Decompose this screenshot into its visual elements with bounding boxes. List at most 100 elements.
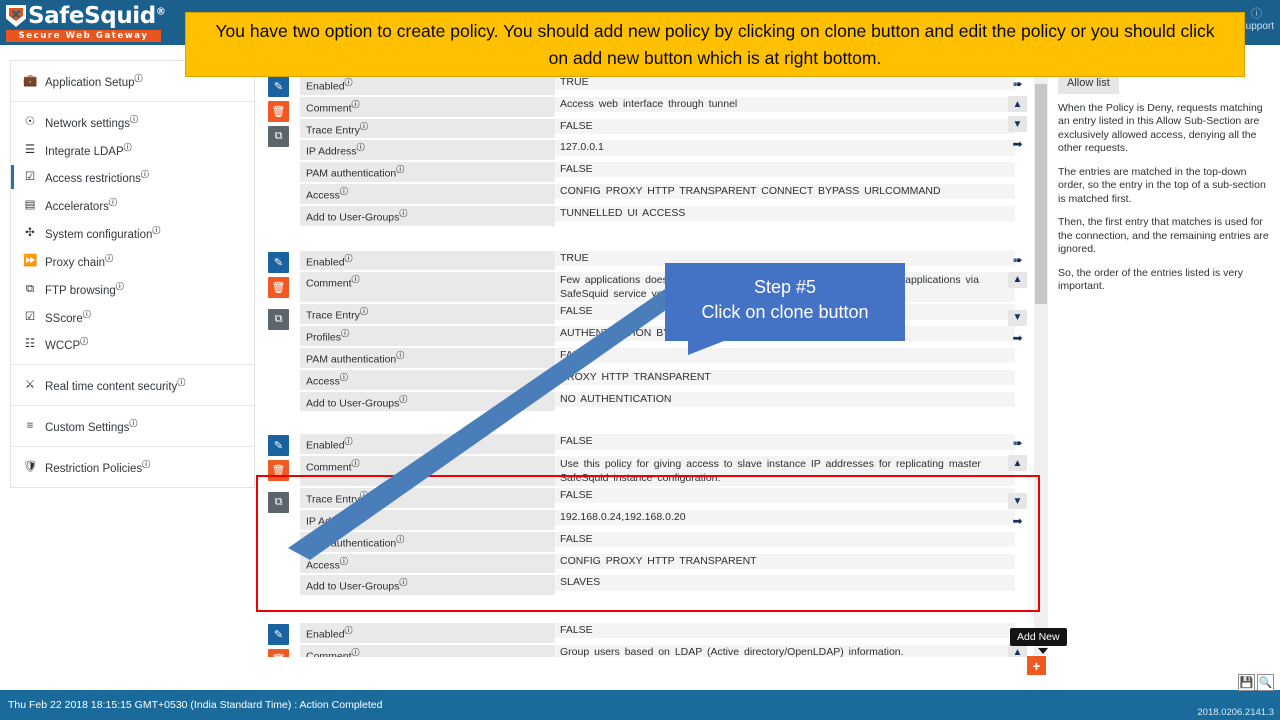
help-hint-icon[interactable]: ⓘ <box>396 535 404 544</box>
help-hint-icon[interactable]: ⓘ <box>345 78 353 87</box>
sidebar-item-label: WCCP <box>45 340 81 353</box>
field-label: Trace Entryⓘ <box>300 488 555 509</box>
move-to-top-icon[interactable]: ➠ <box>1008 252 1027 268</box>
help-hint-icon[interactable]: ⓘ <box>345 626 353 635</box>
help-hint-icon[interactable]: ⓘ <box>341 329 349 338</box>
trash-icon[interactable]: 🗑 <box>268 101 289 122</box>
help-hint-icon[interactable]: ⓘ <box>399 209 407 218</box>
help-hint-icon[interactable]: ⓘ <box>340 557 348 566</box>
content-scrollbar[interactable]: ^ <box>1034 70 1048 655</box>
step-callout: Step #5 Click on clone button <box>665 263 905 341</box>
help-hint-icon[interactable]: ⓘ <box>352 459 360 468</box>
save-disk-icon[interactable]: 💾 <box>1238 674 1255 691</box>
scrollbar-thumb[interactable] <box>1035 84 1047 304</box>
move-down-icon[interactable]: ▼ <box>1008 309 1027 326</box>
help-hint-icon[interactable]: ⓘ <box>141 170 149 179</box>
help-hint-icon[interactable]: ⓘ <box>109 198 117 207</box>
move-to-top-icon[interactable]: ➠ <box>1008 76 1027 92</box>
sidebar-item-real-time-content-security[interactable]: ⚔ Real time content securityⓘ <box>11 371 254 399</box>
sidebar-item-network-settings[interactable]: ☉ Network settingsⓘ <box>11 108 254 136</box>
help-hint-icon[interactable]: ⓘ <box>352 100 360 109</box>
help-hint-icon[interactable]: ⓘ <box>357 143 365 152</box>
entry-order-buttons: ➠ ▲ ▼ ➡ <box>1008 435 1028 533</box>
help-hint-icon[interactable]: ⓘ <box>83 310 91 319</box>
move-to-bottom-icon[interactable]: ➡ <box>1008 513 1027 529</box>
help-paragraph: When the Policy is Deny, requests matchi… <box>1058 101 1263 155</box>
trash-icon[interactable]: 🗑 <box>268 649 289 657</box>
help-hint-icon[interactable]: ⓘ <box>142 460 150 469</box>
move-down-icon[interactable]: ▼ <box>1008 116 1027 132</box>
move-up-icon[interactable]: ▲ <box>1008 271 1027 288</box>
clone-copy-icon[interactable]: ⧉ <box>268 492 289 514</box>
move-up-icon[interactable]: ▲ <box>1008 96 1027 112</box>
table-row: CommentⓘFew applications does not suppor… <box>300 271 1015 304</box>
help-hint-icon[interactable]: ⓘ <box>345 437 353 446</box>
edit-pencil-icon[interactable]: ✎ <box>268 76 289 97</box>
move-up-icon[interactable]: ▲ <box>1008 644 1027 657</box>
help-hint-icon[interactable]: ⓘ <box>116 282 124 291</box>
field-value: FALSE <box>555 623 1015 640</box>
help-hint-icon[interactable]: ⓘ <box>130 115 138 124</box>
help-hint-icon[interactable]: ⓘ <box>396 351 404 360</box>
help-hint-icon[interactable]: ⓘ <box>360 122 368 131</box>
trash-icon[interactable]: 🗑 <box>268 460 289 482</box>
help-hint-icon[interactable]: ⓘ <box>396 165 404 174</box>
help-hint-icon[interactable]: ⓘ <box>152 226 160 235</box>
help-hint-icon[interactable]: ⓘ <box>129 419 137 428</box>
help-hint-icon[interactable]: ⓘ <box>352 275 360 284</box>
help-panel: Allow list When the Policy is Deny, requ… <box>1050 70 1278 660</box>
help-hint-icon[interactable]: ⓘ <box>177 378 185 387</box>
table-row: Accessⓘ CONFIG PROXY HTTP TRANSPARENT <box>300 552 1015 575</box>
field-value: TUNNELLED UI ACCESS <box>555 205 1015 223</box>
policy-entry: ✎ 🗑 ⧉ Enabledⓘ FALSE Commentⓘ Use this pol… <box>265 429 1030 602</box>
edit-pencil-icon[interactable]: ✎ <box>268 251 289 273</box>
help-hint-icon[interactable]: ⓘ <box>340 187 348 196</box>
help-hint-icon[interactable]: ⓘ <box>345 254 353 263</box>
help-hint-icon[interactable]: ⓘ <box>360 491 368 500</box>
help-hint-icon[interactable]: ⓘ <box>357 513 365 522</box>
search-icon[interactable]: 🔍 <box>1257 674 1274 691</box>
help-hint-icon[interactable]: ⓘ <box>399 395 407 404</box>
move-to-top-icon[interactable]: ➠ <box>1008 435 1027 451</box>
field-label: Accessⓘ <box>300 183 555 205</box>
move-up-icon[interactable]: ▲ <box>1008 455 1027 472</box>
field-value: TRUE <box>555 75 1015 92</box>
edit-pencil-icon[interactable]: ✎ <box>268 435 289 457</box>
sidebar-item-access-restrictions[interactable]: ☑ Access restrictionsⓘ <box>11 163 254 191</box>
move-to-bottom-icon[interactable]: ➡ <box>1008 136 1027 152</box>
sidebar-item-proxy-chain[interactable]: ⏩ Proxy chainⓘ <box>11 247 254 275</box>
move-to-bottom-icon[interactable]: ➡ <box>1008 330 1027 346</box>
sidebar-item-system-configuration[interactable]: ✣ System configurationⓘ <box>11 219 254 247</box>
clone-copy-icon[interactable]: ⧉ <box>268 126 289 147</box>
briefcase-icon: 💼 <box>23 74 38 87</box>
policy-entry-list: ✎ 🗑 ⧉ Enabledⓘ TRUE Commentⓘ Access web in… <box>265 72 1030 657</box>
help-hint-icon[interactable]: ⓘ <box>105 254 113 263</box>
help-hint-icon[interactable]: ⓘ <box>80 337 88 346</box>
field-label: IP Addressⓘ <box>300 509 555 531</box>
add-new-button[interactable]: + <box>1027 656 1046 675</box>
clone-copy-icon[interactable]: ⧉ <box>268 308 289 330</box>
trash-icon[interactable]: 🗑 <box>268 276 289 298</box>
brand-logo[interactable]: SafeSquid® Secure Web Gateway <box>0 0 170 45</box>
field-label: IP Addressⓘ <box>300 140 555 162</box>
help-hint-icon[interactable]: ⓘ <box>340 373 348 382</box>
sidebar-item-sscore[interactable]: ☑ SScoreⓘ <box>11 303 254 331</box>
field-label: Commentⓘ <box>300 456 555 488</box>
help-hint-icon[interactable]: ⓘ <box>135 74 143 83</box>
instruction-banner: You have two option to create policy. Yo… <box>185 12 1245 77</box>
policy-entry: ✎ 🗑 ⧉ Enabledⓘ TRUE Commentⓘ Few applicati… <box>265 245 1030 418</box>
sidebar-item-ftp-browsing[interactable]: ⧉ FTP browsingⓘ <box>11 275 254 303</box>
sidebar-item-custom-settings[interactable]: ≡ Custom Settingsⓘ <box>11 412 254 440</box>
help-hint-icon[interactable]: ⓘ <box>124 143 132 152</box>
edit-pencil-icon[interactable]: ✎ <box>268 624 289 646</box>
field-value: NO AUTHENTICATION <box>555 391 1015 408</box>
sidebar-item-wccp[interactable]: ☷ WCCPⓘ <box>11 330 254 358</box>
sidebar-item-restriction-policies[interactable]: 🛡 Restriction Policiesⓘ <box>11 453 254 481</box>
sidebar-item-accelerators[interactable]: ▤ Acceleratorsⓘ <box>11 191 254 219</box>
help-hint-icon[interactable]: ⓘ <box>352 648 360 657</box>
sidebar-item-integrate-ldap[interactable]: ☰ Integrate LDAPⓘ <box>11 136 254 164</box>
help-hint-icon[interactable]: ⓘ <box>360 307 368 316</box>
help-hint-icon[interactable]: ⓘ <box>399 578 407 587</box>
table-row: Commentⓘ Access web interface through tun… <box>300 95 1015 118</box>
move-down-icon[interactable]: ▼ <box>1008 493 1027 510</box>
